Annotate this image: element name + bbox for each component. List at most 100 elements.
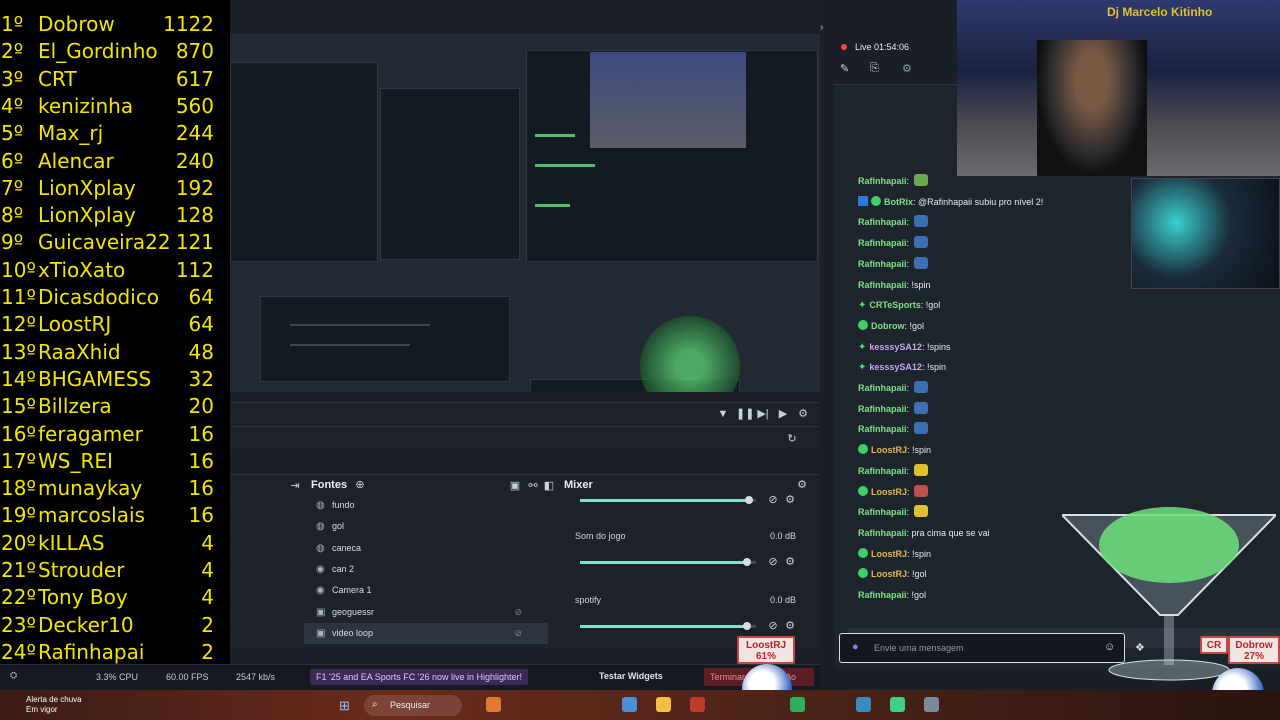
chat-username[interactable]: Rafinhapaii — [858, 528, 907, 538]
chat-message[interactable]: Dobrow: !gol — [858, 317, 924, 335]
chat-username[interactable]: Rafinhapaii — [858, 404, 907, 414]
volume-slider[interactable] — [580, 496, 756, 504]
volume-slider[interactable] — [580, 622, 756, 630]
play-icon[interactable]: ▶ — [776, 408, 790, 420]
chat-username[interactable]: Rafinhapaii — [858, 590, 907, 600]
chat-message[interactable]: ✦ CRTeSports: !gol — [858, 296, 940, 314]
windows-start-icon[interactable]: ⊞ — [339, 698, 350, 714]
test-widgets-button[interactable]: Testar Widgets — [599, 671, 663, 681]
chat-message[interactable]: ✦ kesssySA12: !spin — [858, 358, 946, 376]
source-item[interactable]: ◍ gol — [304, 516, 548, 537]
chat-username[interactable]: Rafinhapaii — [858, 383, 907, 393]
filter-icon[interactable]: ▼ — [716, 408, 730, 420]
folder-icon[interactable] — [656, 697, 671, 712]
chat-username[interactable]: LoostRJ — [871, 549, 907, 559]
chat-username[interactable]: Rafinhapaii — [858, 507, 907, 517]
user-icon[interactable]: ⛭ — [10, 670, 17, 681]
source-item[interactable]: ◉ Camera 1 — [304, 580, 548, 601]
taskbar-app-icon[interactable] — [622, 697, 637, 712]
visibility-icon[interactable]: ⊘ — [514, 602, 522, 623]
chat-message[interactable]: Rafinhapaii: pra cima que se vai — [858, 524, 990, 542]
channel-settings-icon[interactable]: ⚙ — [783, 556, 797, 568]
chevron-right-icon[interactable]: › — [820, 22, 823, 33]
leaderboard-name: LoostRJ — [38, 312, 112, 337]
chat-message[interactable]: LoostRJ: — [858, 483, 929, 501]
chat-message[interactable]: LoostRJ: !gol — [858, 565, 927, 583]
settings-icon[interactable]: ⚙ — [796, 408, 810, 420]
volume-knob[interactable] — [743, 558, 752, 566]
chat-username[interactable]: Rafinhapaii — [858, 466, 907, 476]
source-item[interactable]: ◍ caneca — [304, 538, 548, 559]
powerpoint-icon[interactable] — [690, 697, 705, 712]
channel-settings-icon[interactable]: ⚙ — [783, 620, 797, 632]
chat-message[interactable]: Rafinhapaii: — [858, 503, 928, 521]
visibility-icon[interactable]: ⊘ — [514, 623, 522, 644]
chat-username[interactable]: Dobrow — [871, 321, 905, 331]
chat-username[interactable]: Rafinhapaii — [858, 176, 907, 186]
chat-message[interactable]: Rafinhapaii: — [858, 255, 928, 273]
chat-username[interactable]: Rafinhapaii — [858, 217, 907, 227]
refresh-icon[interactable]: ↻ — [785, 433, 799, 445]
settings-icon[interactable]: ⚙ — [902, 62, 912, 75]
chrome-icon[interactable] — [790, 697, 805, 712]
chat-message[interactable]: Rafinhapaii: !gol — [858, 586, 926, 604]
taskbar-app-icon[interactable] — [486, 697, 501, 712]
source-window-icon[interactable]: ◧ — [542, 480, 556, 492]
source-link-icon[interactable]: ⚯ — [526, 480, 540, 492]
live-indicator-icon — [841, 44, 847, 50]
mute-icon[interactable]: ⊘ — [766, 620, 780, 632]
chat-message[interactable]: Rafinhapaii: — [858, 213, 928, 231]
chat-message[interactable]: Rafinhapaii: — [858, 172, 928, 190]
add-source-icon[interactable]: ⊕ — [353, 479, 367, 491]
source-item[interactable]: ◉ can 2 — [304, 559, 548, 580]
chat-message[interactable]: Rafinhapaii: — [858, 400, 928, 418]
source-filter-icon[interactable]: ▣ — [508, 480, 522, 492]
chat-username[interactable]: LoostRJ — [871, 569, 907, 579]
highlighter-banner[interactable]: F1 '25 and EA Sports FC '26 now live in … — [310, 669, 529, 685]
chat-username[interactable]: CRTeSports — [869, 300, 920, 310]
chat-username[interactable]: Rafinhapaii — [858, 424, 907, 434]
leaderboard-score: 4 — [201, 558, 214, 582]
source-item[interactable]: ◍ fundo — [304, 495, 548, 516]
stream-preview[interactable] — [230, 34, 820, 392]
taskbar-search[interactable]: Pesquisar — [364, 695, 462, 716]
pause-icon[interactable]: ❚❚ — [736, 408, 754, 420]
source-item[interactable]: ▣ geoguessr ⊘ — [304, 602, 548, 623]
chat-message[interactable]: BotRix: @Rafinhapaii subiu pro nível 2! — [858, 193, 1043, 211]
mute-icon[interactable]: ⊘ — [766, 494, 780, 506]
volume-knob[interactable] — [744, 496, 753, 504]
collapse-icon[interactable]: ⇥ — [288, 480, 302, 492]
mixer-settings-icon[interactable]: ⚙ — [795, 479, 809, 491]
chat-username[interactable]: Rafinhapaii — [858, 259, 907, 269]
chat-text: !spin — [926, 362, 946, 373]
source-item[interactable]: ▣ video loop ⊘ — [304, 622, 548, 644]
chat-username[interactable]: LoostRJ — [871, 445, 907, 455]
chat-username[interactable]: Rafinhapaii — [858, 280, 907, 290]
chat-message[interactable]: LoostRJ: !spin — [858, 441, 931, 459]
mute-icon[interactable]: ⊘ — [766, 556, 780, 568]
channel-settings-icon[interactable]: ⚙ — [783, 494, 797, 506]
share-icon[interactable]: ⎘ — [870, 62, 879, 75]
chat-message[interactable]: Rafinhapaii: — [858, 379, 928, 397]
chat-message[interactable]: LoostRJ: !spin — [858, 545, 931, 563]
chat-message[interactable]: Rafinhapaii: !spin — [858, 276, 931, 294]
chat-username[interactable]: LoostRJ — [871, 487, 907, 497]
volume-slider[interactable] — [580, 558, 756, 566]
weather-widget[interactable]: Alerta de chuva Em vigor — [26, 695, 82, 715]
volume-knob[interactable] — [743, 622, 752, 630]
chat-message[interactable]: ✦ kesssySA12: !spins — [858, 338, 950, 356]
chat-message[interactable]: Rafinhapaii: — [858, 420, 928, 438]
chat-username[interactable]: kesssySA12 — [869, 342, 922, 352]
next-icon[interactable]: ▶| — [756, 408, 770, 420]
chat-message[interactable]: Rafinhapaii: — [858, 234, 928, 252]
taskbar-app-icon[interactable] — [924, 697, 939, 712]
edit-icon[interactable]: ✎ — [840, 62, 849, 75]
chat-username[interactable]: BotRix — [884, 197, 913, 207]
leaderboard-score: 617 — [175, 66, 214, 91]
chat-username[interactable]: Rafinhapaii — [858, 238, 907, 248]
chat-message[interactable]: Rafinhapaii: — [858, 462, 928, 480]
microphone-icon[interactable]: ● — [852, 641, 859, 653]
obs-icon[interactable] — [890, 697, 905, 712]
chat-username[interactable]: kesssySA12 — [869, 362, 922, 372]
taskbar-app-icon[interactable] — [856, 697, 871, 712]
